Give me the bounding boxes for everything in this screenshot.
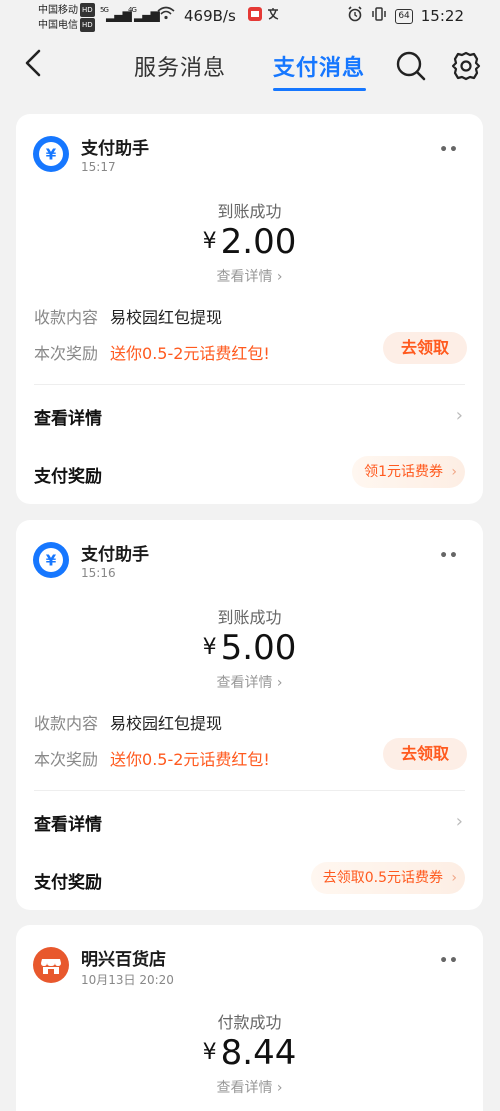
chevron-right-icon: › (451, 870, 457, 886)
vibrate-icon (371, 6, 387, 26)
amount: ¥5.00 (16, 628, 483, 668)
view-details-label: 查看详情 (216, 1080, 273, 1096)
app-notification-icon (248, 7, 262, 25)
transaction-status: 到账成功 (217, 608, 282, 627)
reward-promo-text: 送你0.5-2元话费红包! (110, 750, 270, 769)
store-logo-icon (33, 947, 69, 983)
carrier-1: 中国移动 (38, 5, 78, 16)
payment-card[interactable]: ¥ 支付助手 15:16 •• 到账成功 ¥5.00 查看详情 › 收款内容 易校… (16, 520, 483, 910)
chevron-right-icon: › (455, 405, 463, 426)
alarm-icon (347, 6, 363, 26)
status-right: 64 15:22 (347, 6, 464, 26)
amount-value: 5.00 (220, 628, 297, 668)
svg-text:¥: ¥ (46, 146, 57, 164)
chevron-right-icon: › (451, 464, 457, 480)
active-tab-indicator (273, 88, 366, 91)
payment-assistant-logo-icon: ¥ (33, 136, 69, 172)
amount-value: 8.44 (220, 1033, 297, 1073)
payment-assistant-logo-icon: ¥ (33, 542, 69, 578)
network-speed: 469B/s (184, 7, 236, 25)
divider (34, 790, 465, 791)
tab-service-messages[interactable]: 服务消息 (134, 50, 226, 82)
row-label: 本次奖励 (34, 750, 99, 769)
currency-symbol: ¥ (202, 1040, 217, 1065)
view-details-label: 查看详情 (216, 675, 273, 691)
receipt-content-row: 收款内容 易校园红包提现 (34, 710, 222, 734)
signal-icon: ▂▄▆ (106, 8, 132, 22)
row-value: 易校园红包提现 (110, 308, 223, 327)
sender-name: 明兴百货店 (81, 950, 166, 970)
view-details-row[interactable]: 查看详情 › (34, 810, 465, 835)
transaction-status: 付款成功 (217, 1013, 282, 1032)
more-icon[interactable]: •• (439, 548, 459, 564)
row-label: 收款内容 (34, 308, 99, 327)
amount: ¥2.00 (16, 222, 483, 262)
wifi-icon (157, 6, 175, 23)
claim-button[interactable]: 去领取 (383, 332, 467, 364)
svg-text:¥: ¥ (46, 552, 57, 570)
reward-row: 本次奖励 送你0.5-2元话费红包! (34, 340, 270, 364)
search-icon[interactable] (395, 50, 427, 86)
message-time: 10月13日 20:20 (81, 973, 174, 987)
battery-icon: 64 (395, 8, 413, 24)
view-details-link[interactable]: 查看详情 › (16, 672, 483, 692)
view-details-row-label: 查看详情 (34, 815, 102, 835)
coupon-button[interactable]: 领1元话费券 › (352, 456, 465, 488)
chevron-right-icon: › (272, 1080, 283, 1096)
amount: ¥8.44 (16, 1033, 483, 1073)
chevron-right-icon: › (272, 675, 283, 691)
coupon-label: 领1元话费券 (364, 464, 443, 480)
clock: 15:22 (420, 7, 464, 25)
currency-symbol: ¥ (202, 635, 217, 660)
coupon-button[interactable]: 去领取0.5元话费券 › (310, 862, 465, 894)
row-label: 收款内容 (34, 714, 99, 733)
receipt-content-row: 收款内容 易校园红包提现 (34, 304, 222, 328)
view-details-link[interactable]: 查看详情 › (16, 266, 483, 286)
payment-reward-label: 支付奖励 (34, 467, 102, 487)
payment-card[interactable]: ¥ 支付助手 15:17 •• 到账成功 ¥2.00 查看详情 › 收款内容 易校… (16, 114, 483, 504)
view-details-row-label: 查看详情 (34, 409, 102, 429)
message-time: 15:17 (81, 160, 116, 174)
view-details-label: 查看详情 (216, 269, 273, 285)
amount-value: 2.00 (220, 222, 297, 262)
status-bar: 中国移动 HD 中国电信 HD 5G ▂▄▆ 4G ▂▄▆ 469B/s 64 15… (0, 0, 500, 34)
currency-symbol: ¥ (202, 229, 217, 254)
tab-payment-messages[interactable]: 支付消息 (273, 50, 365, 82)
back-icon[interactable] (22, 48, 48, 78)
hd-badge: HD (80, 3, 95, 17)
gear-icon[interactable] (451, 50, 481, 86)
row-value: 易校园红包提现 (110, 714, 223, 733)
more-icon[interactable]: •• (439, 142, 459, 158)
row-label: 本次奖励 (34, 344, 99, 363)
payment-reward-label: 支付奖励 (34, 873, 102, 893)
view-details-row[interactable]: 查看详情 › (34, 404, 465, 429)
sender-name: 支付助手 (81, 545, 149, 565)
translate-icon (266, 6, 282, 26)
divider (34, 384, 465, 385)
transaction-status: 到账成功 (217, 202, 282, 221)
claim-button[interactable]: 去领取 (383, 738, 467, 770)
carrier-2: 中国电信 (38, 20, 78, 31)
carrier-info: 中国移动 HD 中国电信 HD (38, 3, 95, 33)
signal-icon: ▂▄▆ (134, 8, 160, 22)
more-icon[interactable]: •• (439, 953, 459, 969)
chevron-right-icon: › (272, 269, 283, 285)
sender-name: 支付助手 (81, 139, 149, 159)
message-time: 15:16 (81, 566, 116, 580)
payment-reward-row[interactable]: 支付奖励 去领取0.5元话费券 › (34, 862, 465, 894)
payment-card[interactable]: 明兴百货店 10月13日 20:20 •• 付款成功 ¥8.44 查看详情 › (16, 925, 483, 1111)
reward-promo-text: 送你0.5-2元话费红包! (110, 344, 270, 363)
hd-badge: HD (80, 18, 95, 32)
chevron-right-icon: › (455, 811, 463, 832)
payment-reward-row[interactable]: 支付奖励 领1元话费券 › (34, 456, 465, 488)
coupon-label: 去领取0.5元话费券 (322, 870, 443, 886)
view-details-link[interactable]: 查看详情 › (16, 1077, 483, 1097)
reward-row: 本次奖励 送你0.5-2元话费红包! (34, 746, 270, 770)
